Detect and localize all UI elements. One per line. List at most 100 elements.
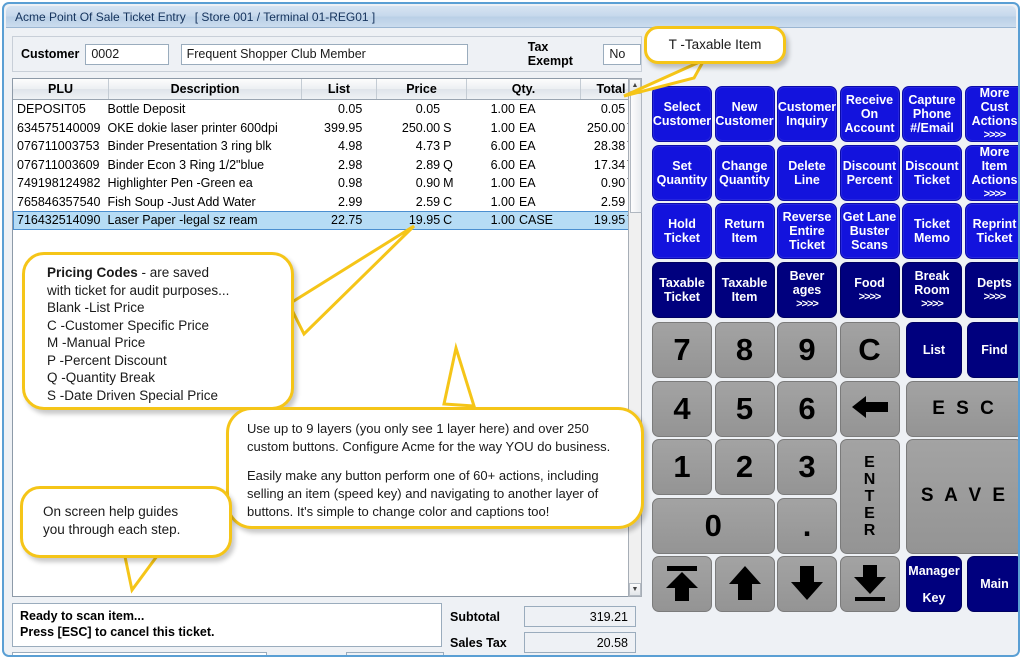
- table-row[interactable]: 716432514090 Laser Paper -legal sz ream 22…: [13, 211, 641, 230]
- button-label-line-2: Ticket: [664, 289, 700, 304]
- button-label-line-2: Memo: [913, 231, 951, 245]
- table-row[interactable]: 076711003609 Binder Econ 3 Ring 1/2"blue 2…: [13, 156, 641, 175]
- row-price: 0.90: [415, 176, 441, 191]
- pricing-codes-lead: - are saved: [137, 265, 210, 280]
- snap-subtotal-label: SNAP Subtot: [274, 656, 352, 657]
- button-discount-ticket[interactable]: Discount Ticket: [902, 144, 962, 201]
- button-capture-phone[interactable]: Capture Phone #/Email: [902, 86, 962, 142]
- list-button[interactable]: List: [906, 322, 962, 378]
- button-label-line-1: Food: [854, 275, 885, 290]
- row-price: 19.95: [408, 213, 441, 228]
- button-bever-ages[interactable]: Bever ages >>>>: [777, 261, 837, 318]
- keypad-c[interactable]: C: [839, 322, 900, 378]
- down-arrow-icon: [786, 562, 828, 607]
- button-label-line-3: Ticket: [789, 238, 825, 252]
- keypad-6[interactable]: 6: [777, 380, 837, 437]
- scrollbar-thumb[interactable]: [630, 93, 642, 213]
- list-button-label: List: [922, 343, 946, 357]
- backspace-button[interactable]: [839, 380, 900, 437]
- row-plu: 716432514090: [17, 213, 101, 228]
- keypad-4[interactable]: 4: [652, 380, 712, 437]
- button-more-item-actions[interactable]: More Item Actions >>>>: [964, 144, 1018, 201]
- table-row[interactable]: 076711003753 Binder Presentation 3 ring b…: [13, 137, 641, 156]
- button-label-line-1: Reprint: [972, 217, 1017, 231]
- row-uom: EA: [518, 102, 536, 117]
- button-label-line-2: Actions: [971, 172, 1018, 187]
- button-change-quantity[interactable]: Change Quantity: [714, 144, 775, 201]
- main-button[interactable]: Main: [966, 556, 1018, 612]
- pricing-code-item: S -Date Driven Special Price: [47, 387, 219, 403]
- scroll-down-icon[interactable]: ▼: [629, 583, 641, 596]
- save-button[interactable]: S A V E: [906, 439, 1018, 554]
- pricing-codes-title: Pricing Codes: [47, 265, 138, 280]
- row-price: 4.73: [415, 139, 441, 154]
- button-break-room[interactable]: Break Room >>>>: [902, 261, 962, 318]
- customer-name-input[interactable]: Frequent Shopper Club Member: [180, 43, 468, 65]
- scroll-up-button[interactable]: [714, 556, 775, 612]
- keypad-1[interactable]: 1: [652, 439, 712, 495]
- button-new-customer[interactable]: New Customer: [714, 86, 775, 142]
- tax-exempt-input[interactable]: No: [603, 43, 641, 65]
- button-food[interactable]: Food >>>>: [839, 261, 900, 318]
- scroll-down-button[interactable]: [777, 556, 837, 612]
- last-page-button[interactable]: [839, 556, 900, 612]
- scan-input[interactable]: [12, 652, 267, 655]
- first-page-button[interactable]: [652, 556, 712, 612]
- keypad-label: 4: [673, 390, 691, 426]
- row-uom: CASE: [518, 213, 553, 228]
- table-row[interactable]: 634575140009 OKE dokie laser printer 600d…: [13, 119, 641, 138]
- button-discount-percent[interactable]: Discount Percent: [839, 144, 900, 201]
- button-reverse-entire[interactable]: Reverse Entire Ticket: [777, 203, 837, 259]
- pricing-code-item: C -Customer Specific Price: [47, 317, 210, 333]
- pricing-code-item: M -Manual Price: [47, 335, 146, 350]
- callout-taxable-text: T -Taxable Item: [668, 37, 762, 53]
- main-button-label: Main: [980, 577, 1009, 591]
- row-plu: 634575140009: [17, 120, 101, 135]
- row-qty: 6.00: [490, 157, 515, 172]
- button-select-customer[interactable]: Select Customer: [652, 86, 712, 142]
- keypad-0[interactable]: 0: [652, 497, 775, 554]
- find-button[interactable]: Find: [966, 322, 1018, 378]
- button-return-item[interactable]: Return Item: [714, 203, 775, 259]
- table-row[interactable]: 749198124982 Highlighter Pen -Green ea 0.9…: [13, 174, 641, 193]
- find-button-label: Find: [981, 343, 1008, 357]
- keypad-7[interactable]: 7: [652, 322, 712, 378]
- esc-button[interactable]: E S C: [906, 380, 1018, 437]
- button-set-quantity[interactable]: Set Quantity: [652, 144, 712, 201]
- keypad-decimal[interactable]: .: [777, 497, 837, 554]
- button-depts[interactable]: Depts >>>>: [964, 261, 1018, 318]
- button-receive-on[interactable]: Receive On Account: [839, 86, 900, 142]
- row-description: Fish Soup -Just Add Water: [107, 194, 256, 209]
- table-row[interactable]: DEPOSIT05 Bottle Deposit 0.05 0.05 1.00 EA 0.0…: [13, 100, 641, 119]
- manager-key-button[interactable]: Manager Key: [906, 556, 962, 612]
- pos-window: Acme Point Of Sale Ticket Entry [ Store …: [2, 2, 1020, 657]
- customer-number-input[interactable]: 0002: [85, 43, 169, 65]
- esc-label: E S C: [932, 397, 997, 419]
- enter-button[interactable]: ENTER: [839, 439, 900, 554]
- button-get-lane-buster[interactable]: Get Lane Buster Scans: [839, 203, 900, 259]
- keypad-9[interactable]: 9: [777, 322, 837, 378]
- button-hold-ticket[interactable]: Hold Ticket: [652, 203, 712, 259]
- keypad-3[interactable]: 3: [777, 439, 837, 495]
- callout-onscreen-help: On screen help guides you through each s…: [20, 486, 232, 558]
- button-label-line-2: Customer: [715, 114, 774, 128]
- column-header-price: Price: [377, 79, 467, 99]
- button-ticket-memo[interactable]: Ticket Memo: [902, 203, 962, 259]
- status-message-box: Ready to scan item... Press [ESC] to can…: [12, 603, 442, 647]
- table-row[interactable]: 765846357540 Fish Soup -Just Add Water 2.9…: [13, 193, 641, 212]
- button-delete-line[interactable]: Delete Line: [777, 144, 837, 201]
- keypad-8[interactable]: 8: [714, 322, 775, 378]
- button-reprint-ticket[interactable]: Reprint Ticket: [964, 203, 1018, 259]
- button-more-cust-actions[interactable]: More Cust Actions >>>>: [964, 86, 1018, 142]
- scroll-up-icon[interactable]: ▲: [629, 79, 641, 92]
- button-customer-inquiry[interactable]: Customer Inquiry: [777, 86, 837, 142]
- button-taxable-item[interactable]: Taxable Item: [714, 261, 775, 318]
- button-taxable-ticket[interactable]: Taxable Ticket: [652, 261, 712, 318]
- button-label-line-1: Change: [721, 158, 768, 173]
- subtotal-label: Subtotal: [450, 610, 500, 624]
- enter-label: ENTER: [863, 453, 876, 539]
- keypad-2[interactable]: 2: [714, 439, 775, 495]
- button-label-line-1: Set: [672, 158, 692, 173]
- help-line-2: you through each step.: [43, 521, 181, 537]
- keypad-5[interactable]: 5: [714, 380, 775, 437]
